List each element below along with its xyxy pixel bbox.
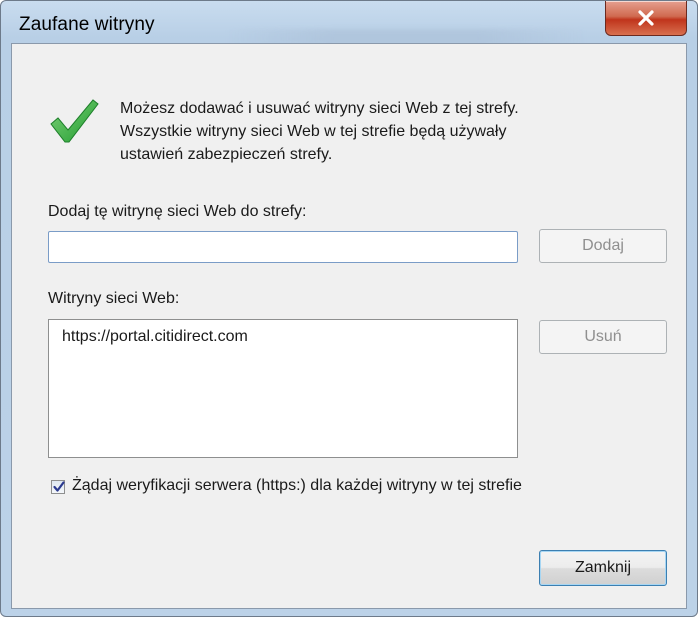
add-site-input[interactable] [48, 231, 518, 263]
verify-checkbox-label[interactable]: Żądaj weryfikacji serwera (https:) dla k… [72, 477, 522, 495]
add-site-label: Dodaj tę witrynę sieci Web do strefy: [48, 203, 307, 220]
list-item[interactable]: https://portal.citidirect.com [62, 328, 248, 346]
info-line-1: Możesz dodawać i usuwać witryny sieci We… [120, 100, 519, 117]
info-line-2: Wszystkie witryny sieci Web w tej strefi… [120, 123, 507, 140]
close-icon [638, 10, 654, 26]
sites-list-label: Witryny sieci Web: [48, 290, 180, 307]
checkbox-check-icon [53, 481, 65, 492]
close-button[interactable]: Zamknij [539, 550, 667, 586]
dialog-window: Zaufane witryny Możesz dodawać i usuwać … [0, 0, 698, 617]
remove-button[interactable]: Usuń [539, 320, 667, 354]
verify-checkbox[interactable] [51, 480, 65, 494]
title-bar[interactable]: Zaufane witryny [1, 1, 697, 45]
info-text: Możesz dodawać i usuwać witryny sieci We… [120, 97, 660, 166]
window-close-button[interactable] [605, 1, 687, 36]
sites-list[interactable]: https://portal.citidirect.com [48, 319, 518, 458]
info-line-3: ustawień zabezpieczeń strefy. [120, 146, 333, 163]
add-button[interactable]: Dodaj [539, 229, 667, 263]
window-title: Zaufane witryny [19, 14, 155, 35]
dialog-body: Możesz dodawać i usuwać witryny sieci We… [11, 43, 687, 609]
checkmark-icon [50, 99, 99, 143]
